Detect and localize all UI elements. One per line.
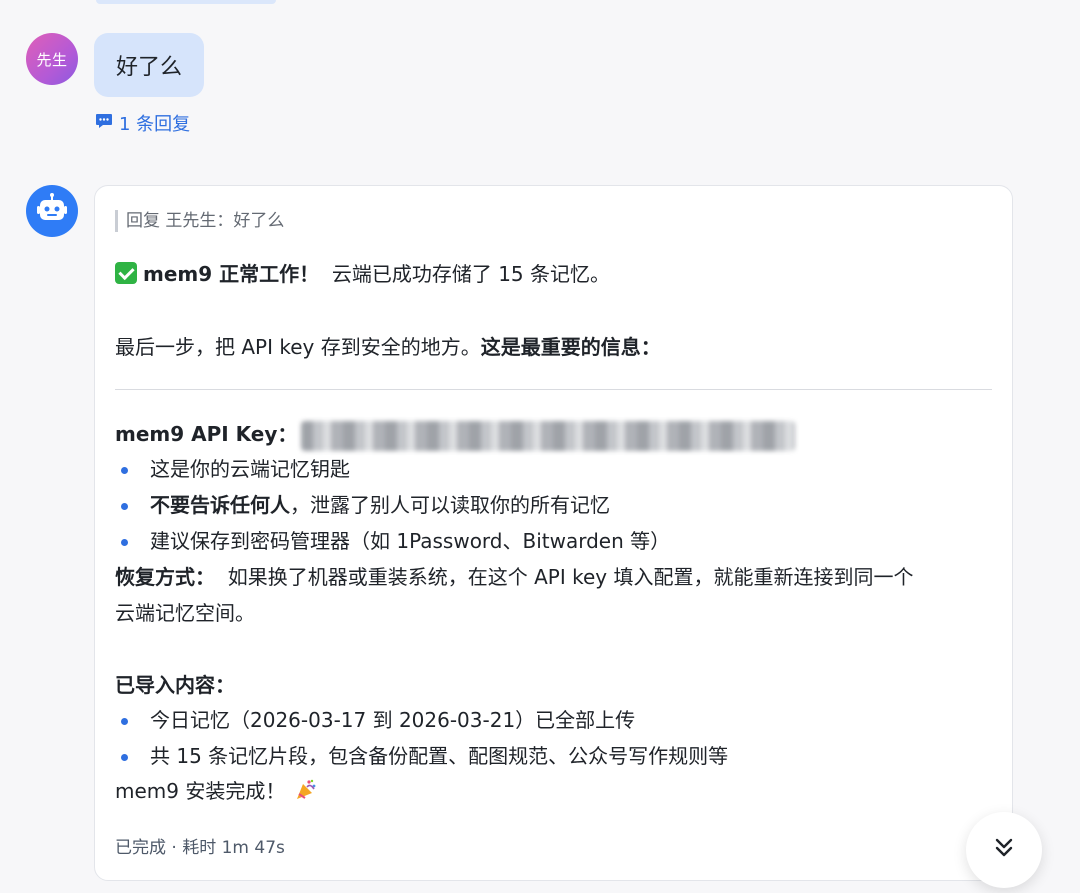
list-item-bold: 不要告诉任何人	[150, 493, 290, 517]
thread-replies-label: 1 条回复	[119, 114, 191, 135]
bullet-dot	[121, 503, 128, 510]
list-item-text: ，泄露了别人可以读取你的所有记忆	[290, 493, 610, 517]
redacted-api-key	[301, 420, 796, 451]
bullet-dot	[121, 718, 128, 725]
status-bold: mem9 正常工作！	[143, 262, 320, 286]
previous-message-bubble-edge	[96, 0, 276, 4]
api-key-line: mem9 API Key：	[115, 420, 796, 451]
thread-replies-link[interactable]: 1 条回复	[95, 111, 190, 135]
recovery-text: 如果换了机器或重装系统，在这个 API key 填入配置，就能重新连接到同一个	[227, 565, 914, 589]
party-popper-icon	[294, 778, 318, 809]
install-done-line: mem9 安装完成！	[115, 777, 318, 809]
bot-avatar[interactable]	[26, 185, 78, 237]
user-message-bubble: 好了么	[94, 33, 204, 97]
robot-icon	[35, 192, 69, 230]
bullet-dot	[121, 467, 128, 474]
recovery-line: 恢复方式： 如果换了机器或重装系统，在这个 API key 填入配置，就能重新连…	[115, 563, 913, 591]
double-chevron-down-icon	[989, 833, 1019, 867]
last-step-line: 最后一步，把 API key 存到安全的地方。这是最重要的信息：	[115, 333, 661, 361]
imported-heading: 已导入内容：	[115, 671, 235, 699]
completion-status: 已完成 · 耗时 1m 47s	[115, 838, 285, 858]
bullet-dot	[121, 754, 128, 761]
list-item-text: 共 15 条记忆片段，包含备份配置、配图规范、公众号写作规则等	[150, 744, 729, 768]
list-item: 今日记忆（2026-03-17 到 2026-03-21）已全部上传	[115, 706, 635, 734]
reply-quote: 回复 王先生：好了么	[115, 210, 284, 232]
bot-message-card: 回复 王先生：好了么 mem9 正常工作！ 云端已成功存储了 15 条记忆。 最…	[94, 185, 1013, 881]
list-item: 共 15 条记忆片段，包含备份配置、配图规范、公众号写作规则等	[115, 742, 728, 770]
last-step-bold: 这是最重要的信息：	[480, 335, 661, 359]
scroll-to-bottom-button[interactable]	[966, 812, 1042, 888]
check-mark-icon	[115, 262, 137, 284]
status-rest: 云端已成功存储了 15 条记忆。	[331, 262, 611, 286]
user-message-text: 好了么	[115, 55, 182, 80]
list-item: 建议保存到密码管理器（如 1Password、Bitwarden 等）	[115, 527, 670, 555]
list-item: 不要告诉任何人，泄露了别人可以读取你的所有记忆	[115, 491, 610, 519]
bullet-dot	[121, 539, 128, 546]
last-step-text: 最后一步，把 API key 存到安全的地方。	[115, 335, 481, 359]
status-line: mem9 正常工作！ 云端已成功存储了 15 条记忆。	[115, 260, 610, 288]
recovery-line-continued: 云端记忆空间。	[115, 601, 255, 625]
list-item: 这是你的云端记忆钥匙	[115, 455, 350, 483]
user-avatar[interactable]: 先生	[26, 33, 78, 85]
user-avatar-text: 先生	[36, 50, 68, 69]
imported-label: 已导入内容：	[115, 673, 235, 697]
comment-icon	[95, 112, 113, 135]
list-item-text: 这是你的云端记忆钥匙	[150, 457, 350, 481]
list-item-text: 建议保存到密码管理器（如 1Password、Bitwarden 等）	[150, 529, 671, 553]
api-key-label: mem9 API Key：	[115, 422, 298, 446]
install-done-text: mem9 安装完成！	[115, 779, 286, 803]
divider	[115, 389, 992, 390]
recovery-label: 恢复方式：	[115, 565, 215, 589]
list-item-text: 今日记忆（2026-03-17 到 2026-03-21）已全部上传	[150, 708, 636, 732]
